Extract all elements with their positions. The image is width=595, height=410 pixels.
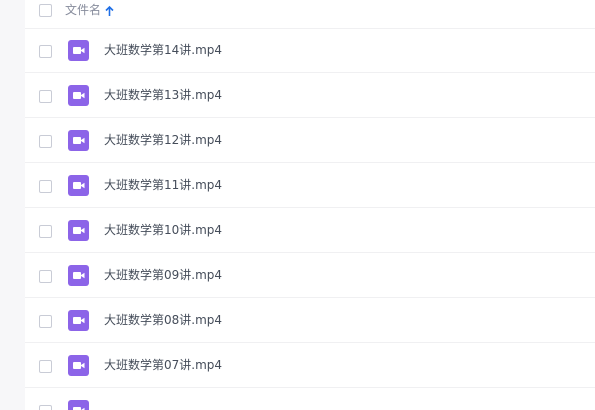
video-file-icon bbox=[68, 265, 89, 286]
file-name[interactable]: 大班数学第12讲.mp4 bbox=[104, 132, 222, 149]
file-checkbox[interactable] bbox=[39, 90, 52, 103]
file-checkbox[interactable] bbox=[39, 45, 52, 58]
file-list: 文件名 大班数学第14讲.mp4 大班数学第13讲.mp4 大班数学第12讲.m… bbox=[25, 0, 595, 410]
file-checkbox[interactable] bbox=[39, 225, 52, 238]
video-file-icon bbox=[68, 40, 89, 61]
video-file-icon bbox=[68, 220, 89, 241]
file-row[interactable]: 大班数学第08讲.mp4 bbox=[25, 298, 595, 343]
file-row[interactable]: 大班数学第13讲.mp4 bbox=[25, 73, 595, 118]
video-file-icon bbox=[68, 130, 89, 151]
file-name[interactable]: 大班数学第13讲.mp4 bbox=[104, 87, 222, 104]
column-header-filename[interactable]: 文件名 bbox=[65, 3, 101, 18]
file-name[interactable]: 大班数学第09讲.mp4 bbox=[104, 267, 222, 284]
left-gutter bbox=[0, 0, 25, 410]
video-file-icon bbox=[68, 175, 89, 196]
video-file-icon bbox=[68, 310, 89, 331]
file-checkbox[interactable] bbox=[39, 270, 52, 283]
list-header: 文件名 bbox=[25, 0, 595, 29]
arrow-up-icon[interactable] bbox=[105, 3, 114, 17]
file-row[interactable]: 大班数学第11讲.mp4 bbox=[25, 163, 595, 208]
file-row[interactable]: 大班数学第07讲.mp4 bbox=[25, 343, 595, 388]
file-name[interactable]: 大班数学第14讲.mp4 bbox=[104, 42, 222, 59]
file-browser: 文件名 大班数学第14讲.mp4 大班数学第13讲.mp4 大班数学第12讲.m… bbox=[0, 0, 595, 410]
file-row-partial[interactable] bbox=[25, 388, 595, 410]
file-checkbox[interactable] bbox=[39, 360, 52, 373]
file-checkbox[interactable] bbox=[39, 135, 52, 148]
file-checkbox[interactable] bbox=[39, 180, 52, 193]
select-all-checkbox[interactable] bbox=[39, 4, 52, 17]
video-file-icon bbox=[68, 400, 89, 410]
file-row[interactable]: 大班数学第12讲.mp4 bbox=[25, 118, 595, 163]
file-name[interactable]: 大班数学第11讲.mp4 bbox=[104, 177, 222, 194]
file-name[interactable]: 大班数学第10讲.mp4 bbox=[104, 222, 222, 239]
file-row[interactable]: 大班数学第14讲.mp4 bbox=[25, 28, 595, 73]
video-file-icon bbox=[68, 355, 89, 376]
file-name[interactable]: 大班数学第07讲.mp4 bbox=[104, 357, 222, 374]
file-row[interactable]: 大班数学第09讲.mp4 bbox=[25, 253, 595, 298]
video-file-icon bbox=[68, 85, 89, 106]
file-checkbox[interactable] bbox=[39, 315, 52, 328]
file-name[interactable]: 大班数学第08讲.mp4 bbox=[104, 312, 222, 329]
file-checkbox[interactable] bbox=[39, 405, 52, 410]
file-row[interactable]: 大班数学第10讲.mp4 bbox=[25, 208, 595, 253]
